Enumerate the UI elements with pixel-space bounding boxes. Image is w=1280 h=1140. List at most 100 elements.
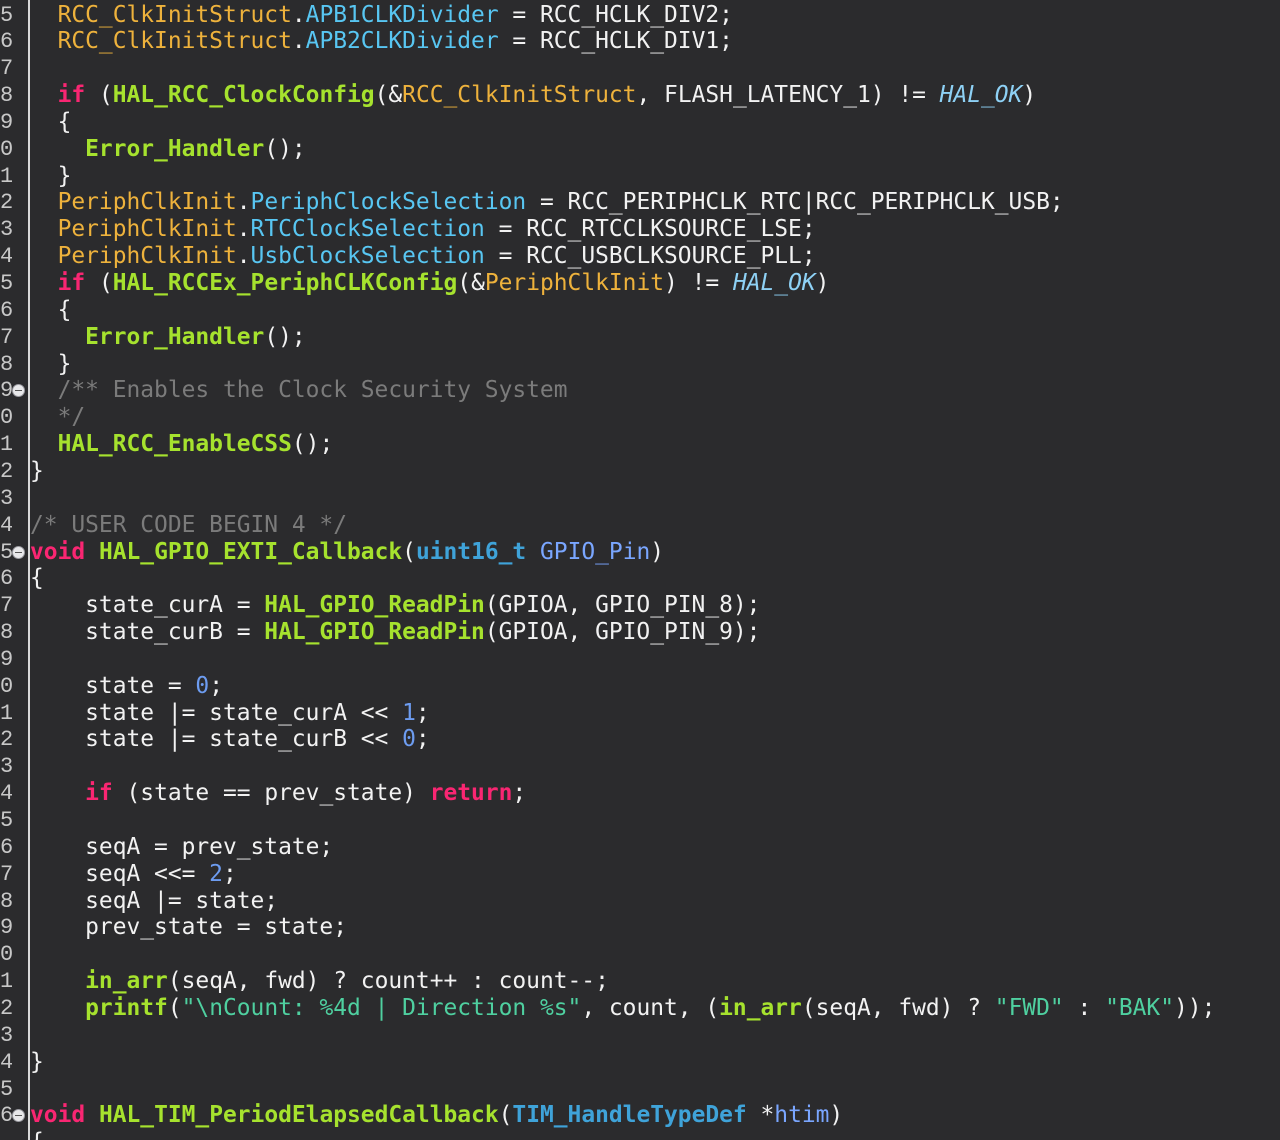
line-number: 7	[0, 56, 12, 82]
code-token-func: Error_Handler	[85, 323, 265, 350]
code-line[interactable]: if (state == prev_state) return;	[30, 780, 526, 807]
code-token-num: 2	[209, 860, 223, 887]
code-line[interactable]: HAL_RCC_EnableCSS();	[30, 431, 334, 458]
code-token-kw: if	[57, 82, 86, 109]
code-line[interactable]: state = 0;	[30, 673, 223, 700]
fold-toggle-icon[interactable]	[12, 545, 25, 559]
code-line[interactable]: void HAL_GPIO_EXTI_Callback(uint16_t GPI…	[30, 539, 664, 566]
code-line[interactable]: RCC_ClkInitStruct.APB2CLKDivider = RCC_H…	[30, 28, 733, 55]
code-line[interactable]: {	[30, 565, 44, 592]
code-line[interactable]: state |= state_curA << 1;	[30, 700, 430, 727]
code-token-type: uint16_t	[415, 538, 527, 565]
code-line[interactable]: }	[30, 163, 72, 190]
code-line[interactable]: }	[30, 350, 72, 378]
code-token-plain: ;	[415, 726, 430, 753]
code-line[interactable]: Error_Handler();	[30, 136, 306, 163]
code-token-decl: void	[30, 1102, 86, 1129]
code-line[interactable]: printf("\nCount: %4d | Direction %s", co…	[30, 995, 1215, 1022]
code-line[interactable]: }	[30, 1049, 44, 1076]
code-token-plain: seqA = prev_state;	[30, 833, 334, 860]
code-token-plain: , count, (	[581, 994, 720, 1021]
line-number: 6	[0, 834, 12, 860]
code-token-plain: }	[30, 1048, 44, 1075]
line-number: 2	[0, 995, 12, 1021]
line-number: 6	[0, 29, 12, 55]
code-token-func: HAL_GPIO_ReadPin	[264, 592, 485, 619]
code-token-comment: /** Enables the Clock Security System	[57, 377, 568, 404]
code-token-plain: = RCC_HCLK_DIV2;	[498, 1, 733, 28]
line-number: 5	[0, 539, 12, 565]
fold-toggle-icon[interactable]	[12, 384, 25, 398]
line-number: 2	[0, 727, 12, 753]
code-token-plain: ;	[512, 780, 527, 807]
code-line[interactable]: {	[30, 297, 72, 324]
code-line[interactable]: void HAL_TIM_PeriodElapsedCallback(TIM_H…	[30, 1102, 843, 1129]
code-line[interactable]: seqA = prev_state;	[30, 834, 333, 861]
line-number: 8	[0, 888, 12, 914]
code-area[interactable]: RCC_ClkInitStruct.APB1CLKDivider = RCC_H…	[30, 0, 1280, 1140]
code-token-plain: = RCC_USBCLKSOURCE_PLL;	[484, 243, 816, 270]
line-number: 9	[0, 378, 12, 404]
code-token-plain: )	[650, 538, 665, 565]
code-token-plain: (	[85, 82, 113, 109]
code-token-plain: (	[498, 1102, 513, 1129]
code-token-num: 0	[402, 726, 416, 753]
code-line[interactable]: seqA |= state;	[30, 888, 278, 915]
line-number: 3	[0, 485, 12, 511]
code-token-plain: ();	[291, 431, 334, 458]
code-line[interactable]: in_arr(seqA, fwd) ? count++ : count--;	[30, 968, 609, 995]
code-token-struct: PeriphClkInit	[57, 189, 237, 216]
code-token-plain: .	[236, 243, 251, 270]
code-line[interactable]: PeriphClkInit.UsbClockSelection = RCC_US…	[30, 243, 816, 270]
code-token-plain: state_curA =	[30, 592, 265, 619]
code-line[interactable]: }	[30, 458, 44, 485]
fold-toggle-icon[interactable]	[12, 1109, 25, 1123]
code-line[interactable]: /** Enables the Clock Security System	[30, 377, 568, 404]
code-line[interactable]: prev_state = state;	[30, 914, 347, 941]
code-token-plain: :	[1063, 994, 1106, 1021]
code-line[interactable]: PeriphClkInit.PeriphClockSelection = RCC…	[30, 189, 1064, 216]
code-token-param: htim	[774, 1102, 830, 1129]
code-line[interactable]: */	[30, 404, 86, 431]
code-line[interactable]: RCC_ClkInitStruct.APB1CLKDivider = RCC_H…	[30, 2, 733, 29]
line-number: 7	[0, 324, 12, 350]
code-line[interactable]: {	[30, 108, 72, 136]
line-number: 3	[0, 1022, 12, 1048]
code-editor[interactable]: 5678901234567890123456789012345678901234…	[0, 0, 1280, 1140]
code-line[interactable]: if (HAL_RCC_ClockConfig(&RCC_ClkInitStru…	[30, 82, 1037, 109]
code-token-plain: (	[85, 270, 113, 296]
code-token-str: "BAK"	[1105, 994, 1174, 1021]
code-line[interactable]: state_curB = HAL_GPIO_ReadPin(GPIOA, GPI…	[30, 619, 760, 646]
line-number: 2	[0, 458, 12, 484]
line-number: 3	[0, 217, 12, 243]
code-token-plain: {	[30, 108, 72, 135]
code-token-comment: /* USER CODE BEGIN 4 */	[30, 511, 347, 538]
code-line[interactable]: state_curA = HAL_GPIO_ReadPin(GPIOA, GPI…	[30, 592, 760, 619]
code-token-plain: }	[30, 350, 72, 377]
code-token-plain: ();	[264, 135, 306, 162]
code-line[interactable]: state |= state_curB << 0;	[30, 726, 430, 753]
code-line[interactable]: if (HAL_RCCEx_PeriphCLKConfig(&PeriphClk…	[30, 270, 830, 297]
code-line[interactable]: {	[30, 1129, 44, 1140]
line-number: 1	[0, 700, 12, 726]
code-line[interactable]: /* USER CODE BEGIN 4 */	[30, 512, 347, 539]
line-number: 4	[0, 781, 12, 807]
line-number: 1	[0, 432, 12, 458]
code-token-comment: */	[57, 404, 86, 431]
code-line[interactable]: Error_Handler();	[30, 324, 306, 351]
line-number: 0	[0, 673, 12, 699]
code-line[interactable]: PeriphClkInit.RTCClockSelection = RCC_RT…	[30, 216, 816, 243]
code-token-field: RTCClockSelection	[250, 216, 485, 243]
code-token-plain: }	[30, 457, 44, 484]
code-token-plain: (seqA, fwd) ?	[801, 994, 995, 1021]
code-token-plain: (GPIOA, GPIO_PIN_8);	[484, 592, 761, 619]
line-number: 9	[0, 915, 12, 941]
code-token-str: "\nCount: %4d | Direction %s"	[181, 994, 582, 1021]
code-line[interactable]: seqA <<= 2;	[30, 861, 237, 888]
